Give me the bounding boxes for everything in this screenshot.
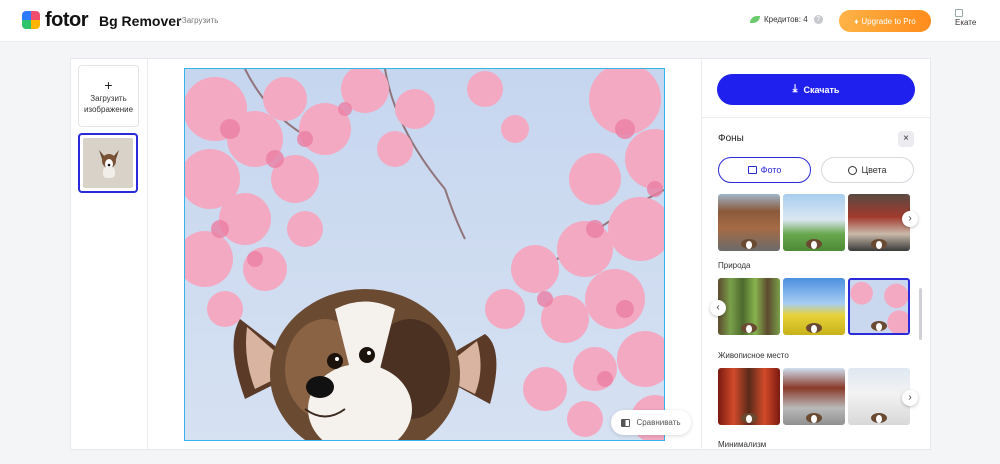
panel-scrollbar[interactable]: [919, 288, 922, 340]
corgi-preview-icon: [741, 323, 757, 333]
corgi-preview-icon: [871, 413, 887, 423]
breadcrumb[interactable]: › Загрузить: [177, 16, 218, 25]
corgi-preview-icon: [806, 323, 822, 333]
download-icon: ⤓: [792, 83, 798, 95]
upgrade-to-pro-button[interactable]: ♦ Upgrade to Pro: [839, 10, 931, 32]
backgrounds-title: Фоны: [718, 133, 744, 144]
download-button[interactable]: ⤓ Скачать: [717, 74, 915, 105]
upload-image-button[interactable]: + Загрузить изображение: [78, 65, 139, 127]
plus-icon: +: [104, 77, 113, 93]
fotor-logo[interactable]: fotor: [22, 9, 89, 31]
background-tile-forest[interactable]: [718, 278, 780, 335]
chevron-right-icon[interactable]: ›: [902, 390, 918, 406]
editor-canvas[interactable]: [184, 68, 665, 441]
image-icon: [747, 166, 757, 174]
palette-icon: [848, 165, 858, 175]
product-title: Bg Remover: [99, 13, 182, 29]
background-tile-times-square[interactable]: [848, 194, 910, 251]
compare-label: Сравнивать: [636, 418, 681, 427]
user-name: Екате: [955, 18, 977, 27]
background-tile-mosque[interactable]: [848, 368, 910, 425]
corgi-preview-icon: [806, 413, 822, 423]
background-tile-gate[interactable]: [783, 368, 845, 425]
diamond-icon: ♦: [854, 16, 859, 26]
chevron-right-icon[interactable]: ›: [902, 211, 918, 227]
compare-button[interactable]: Сравнивать: [611, 410, 691, 435]
upload-label: Загрузить изображение: [83, 94, 134, 114]
corgi-preview-icon: [741, 413, 757, 423]
close-icon[interactable]: ×: [898, 131, 914, 147]
corgi-preview-icon: [871, 239, 887, 249]
background-tile-torii[interactable]: [718, 368, 780, 425]
thumbnail-photo: [83, 138, 133, 188]
corgi-preview-icon: [871, 321, 887, 331]
user-avatar[interactable]: Екате: [955, 9, 985, 28]
credits-indicator: Кредитов: 4 ?: [750, 15, 823, 24]
fotor-logo-icon: [22, 11, 40, 29]
background-tile-field[interactable]: [783, 278, 845, 335]
background-tile-cherry-blossom[interactable]: [848, 278, 910, 335]
broken-image-icon: [955, 9, 963, 17]
category-nature-label: Природа: [718, 261, 751, 270]
corgi-preview-icon: [806, 239, 822, 249]
download-label: Скачать: [803, 84, 840, 95]
tab-colors-label: Цвета: [861, 165, 887, 175]
upgrade-label: Upgrade to Pro: [861, 16, 916, 26]
leaf-icon: [750, 16, 760, 23]
breadcrumb-upload[interactable]: Загрузить: [182, 16, 219, 25]
tab-colors[interactable]: Цвета: [821, 157, 914, 183]
image-thumbnail[interactable]: [78, 133, 138, 193]
tab-photo-label: Фото: [760, 165, 782, 175]
help-icon[interactable]: ?: [813, 15, 823, 24]
credits-label: Кредитов: 4: [764, 15, 808, 24]
cherry-blossom-photo: [185, 69, 664, 440]
background-tile-skyline[interactable]: [783, 194, 845, 251]
logo-text: fotor: [45, 9, 89, 31]
tab-photo[interactable]: Фото: [718, 157, 811, 183]
category-scenic-label: Живописное место: [718, 351, 789, 360]
corgi-preview-icon: [741, 239, 757, 249]
panel-separator: [702, 117, 930, 118]
corgi-thumbnail-icon: [99, 150, 119, 178]
category-minimalism-label: Минимализм: [718, 440, 767, 449]
top-header: fotor Bg Remover › Загрузить Кредитов: 4…: [0, 0, 1000, 42]
left-divider: [147, 58, 148, 450]
background-tile-street[interactable]: [718, 194, 780, 251]
chevron-left-icon[interactable]: ‹: [710, 300, 726, 316]
compare-icon: [621, 418, 631, 427]
